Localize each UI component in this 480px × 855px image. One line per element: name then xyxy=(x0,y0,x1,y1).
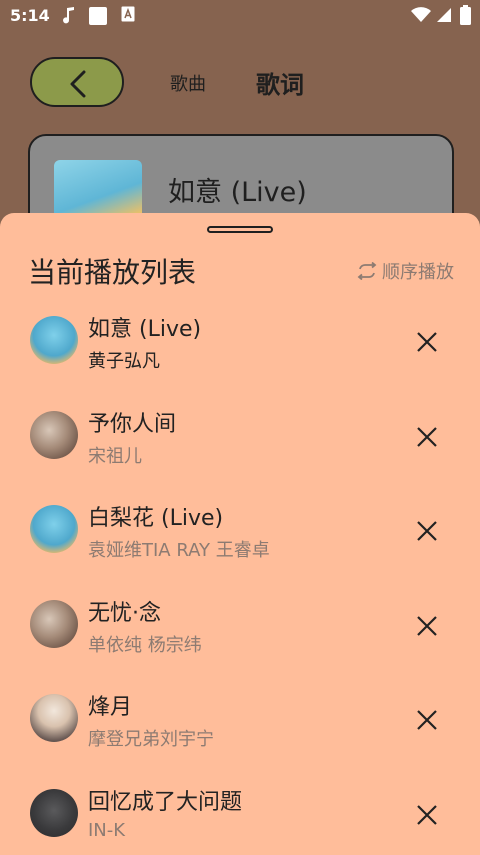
song-artist: IN-K xyxy=(88,819,126,841)
repeat-icon xyxy=(357,262,377,280)
close-icon[interactable] xyxy=(412,327,442,357)
close-icon[interactable] xyxy=(412,705,442,735)
signal-icon xyxy=(436,7,452,27)
list-item[interactable]: 回忆成了大问题 IN-K xyxy=(0,768,480,855)
playlist-sheet: 当前播放列表 顺序播放 如意 (Live) 黄子弘凡 予你人间 宋祖儿 白梨花 … xyxy=(0,213,480,855)
song-title: 无忧·念 xyxy=(88,600,161,626)
song-cover xyxy=(30,316,78,364)
song-cover xyxy=(30,505,78,553)
song-cover xyxy=(30,694,78,742)
song-cover xyxy=(30,788,78,837)
song-cover xyxy=(30,410,78,459)
queue-list: 如意 (Live) 黄子弘凡 予你人间 宋祖儿 白梨花 (Live) 袁娅维TI… xyxy=(0,295,480,855)
close-icon[interactable] xyxy=(412,516,442,546)
chevron-left-icon xyxy=(70,70,86,98)
list-item[interactable]: 烽月 摩登兄弟刘宇宁 xyxy=(0,673,480,768)
close-icon[interactable] xyxy=(412,422,442,452)
status-time: 5:14 xyxy=(10,6,50,25)
song-cover xyxy=(30,599,78,648)
song-artist: 单依纯 杨宗纬 xyxy=(88,634,202,656)
sheet-title: 当前播放列表 xyxy=(28,256,197,289)
keyboard-a-icon xyxy=(121,6,135,26)
song-artist: 袁娅维TIA RAY 王睿卓 xyxy=(88,540,270,561)
sheet-drag-handle[interactable] xyxy=(207,226,273,233)
battery-icon xyxy=(460,5,471,29)
list-item[interactable]: 无忧·念 单依纯 杨宗纬 xyxy=(0,579,480,674)
song-artist: 摩登兄弟刘宇宁 xyxy=(88,729,214,750)
square-icon xyxy=(88,6,108,30)
close-icon[interactable] xyxy=(412,800,442,830)
song-title: 白梨花 (Live) xyxy=(88,506,224,531)
wifi-icon xyxy=(410,7,432,27)
song-artist: 黄子弘凡 xyxy=(88,351,160,372)
back-button[interactable] xyxy=(30,57,124,107)
song-title: 予你人间 xyxy=(88,411,177,437)
song-title: 如意 (Live) xyxy=(88,317,202,342)
music-note-icon xyxy=(62,6,76,28)
tab-lyrics[interactable]: 歌词 xyxy=(256,65,304,100)
song-artist: 宋祖儿 xyxy=(88,445,142,467)
play-mode-label: 顺序播放 xyxy=(382,262,454,283)
player-header: 歌曲 歌词 如意 (Live) xyxy=(0,32,480,274)
song-title: 回忆成了大问题 xyxy=(88,789,243,815)
song-title: 烽月 xyxy=(88,695,133,720)
play-mode-button[interactable]: 顺序播放 xyxy=(356,258,454,284)
list-item[interactable]: 予你人间 宋祖儿 xyxy=(0,390,480,485)
now-playing-title: 如意 (Live) xyxy=(168,177,307,208)
list-item[interactable]: 如意 (Live) 黄子弘凡 xyxy=(0,295,480,390)
list-item[interactable]: 白梨花 (Live) 袁娅维TIA RAY 王睿卓 xyxy=(0,484,480,579)
close-icon[interactable] xyxy=(412,611,442,641)
status-bar: 5:14 xyxy=(0,0,480,32)
tab-song[interactable]: 歌曲 xyxy=(170,70,206,96)
